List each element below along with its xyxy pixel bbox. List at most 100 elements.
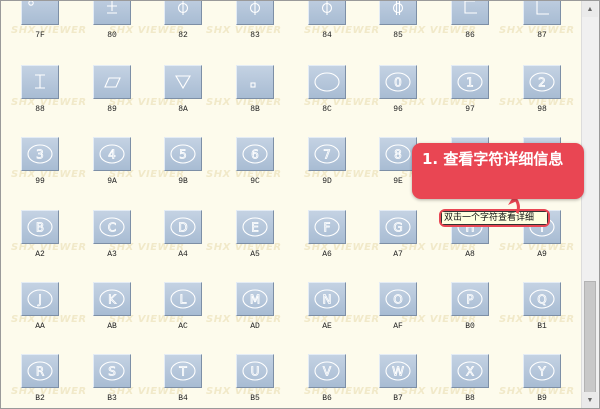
scroll-up-arrow-icon[interactable]: ▲: [582, 1, 598, 17]
character-tile[interactable]: [236, 1, 274, 25]
character-tile[interactable]: [308, 65, 346, 99]
scroll-down-arrow-icon[interactable]: ▼: [582, 392, 598, 408]
character-tile[interactable]: V: [308, 354, 346, 388]
character-cell[interactable]: X B8: [443, 354, 501, 408]
character-cell[interactable]: E A5: [228, 210, 286, 265]
character-tile[interactable]: J: [21, 282, 59, 316]
character-tile[interactable]: K: [93, 282, 131, 316]
character-cell[interactable]: L AC: [156, 282, 214, 337]
character-tile[interactable]: [164, 65, 202, 99]
character-cell[interactable]: P B0: [443, 282, 501, 337]
character-cell[interactable]: 5 9B: [156, 137, 214, 192]
character-code-label: B1: [537, 322, 547, 331]
character-cell[interactable]: F A6: [300, 210, 358, 265]
character-cell[interactable]: 0 96: [371, 65, 429, 120]
character-tile[interactable]: 1: [451, 65, 489, 99]
character-cell[interactable]: 82: [156, 1, 214, 46]
scrollbar-thumb[interactable]: [584, 281, 596, 393]
character-cell[interactable]: 8A: [156, 65, 214, 120]
character-code-label: B8: [465, 394, 475, 403]
character-cell[interactable]: Y B9: [515, 354, 573, 408]
svg-text:6: 6: [251, 148, 259, 162]
character-tile[interactable]: G: [379, 210, 417, 244]
character-cell[interactable]: 87: [515, 1, 573, 46]
character-tile[interactable]: [21, 65, 59, 99]
character-tile[interactable]: 6: [236, 137, 274, 171]
character-tile[interactable]: U: [236, 354, 274, 388]
vertical-scrollbar[interactable]: ▲ ▼: [581, 1, 599, 408]
character-cell[interactable]: 8B: [228, 65, 286, 120]
character-tile[interactable]: M: [236, 282, 274, 316]
character-cell[interactable]: 7F: [13, 1, 71, 46]
character-tile[interactable]: N: [308, 282, 346, 316]
character-tile[interactable]: T: [164, 354, 202, 388]
character-cell[interactable]: 6 9C: [228, 137, 286, 192]
character-cell[interactable]: J AA: [13, 282, 71, 337]
character-tile[interactable]: [379, 1, 417, 25]
character-tile[interactable]: [236, 65, 274, 99]
character-tile[interactable]: [164, 1, 202, 25]
character-cell[interactable]: 3 99: [13, 137, 71, 192]
character-tile[interactable]: [523, 1, 561, 25]
character-tile[interactable]: B: [21, 210, 59, 244]
character-tile[interactable]: F: [308, 210, 346, 244]
svg-text:4: 4: [108, 148, 116, 162]
character-cell[interactable]: 7 9D: [300, 137, 358, 192]
glyph-ellipse-icon: L: [170, 289, 196, 309]
character-cell[interactable]: B A2: [13, 210, 71, 265]
character-cell[interactable]: 1 97: [443, 65, 501, 120]
character-cell[interactable]: 84: [300, 1, 358, 46]
character-tile[interactable]: S: [93, 354, 131, 388]
character-cell[interactable]: D A4: [156, 210, 214, 265]
character-tile[interactable]: Y: [523, 354, 561, 388]
character-tile[interactable]: 7: [308, 137, 346, 171]
character-cell[interactable]: 80: [85, 1, 143, 46]
character-cell[interactable]: K AB: [85, 282, 143, 337]
character-tile[interactable]: D: [164, 210, 202, 244]
character-cell[interactable]: C A3: [85, 210, 143, 265]
character-cell[interactable]: 8C: [300, 65, 358, 120]
svg-text:J: J: [37, 293, 42, 307]
character-tile[interactable]: [451, 1, 489, 25]
glyph-degree-icon: [28, 1, 34, 6]
glyph-ellipse-icon: K: [99, 289, 125, 309]
character-tile[interactable]: X: [451, 354, 489, 388]
character-tile[interactable]: 3: [21, 137, 59, 171]
character-cell[interactable]: 88: [13, 65, 71, 120]
character-cell[interactable]: R B2: [13, 354, 71, 408]
character-tile[interactable]: [93, 65, 131, 99]
character-code-label: AB: [107, 322, 117, 331]
character-tile[interactable]: 4: [93, 137, 131, 171]
character-tile[interactable]: [93, 1, 131, 25]
character-tile[interactable]: L: [164, 282, 202, 316]
character-cell[interactable]: Q B1: [515, 282, 573, 337]
character-cell[interactable]: 86: [443, 1, 501, 46]
character-cell[interactable]: 2 98: [515, 65, 573, 120]
character-cell[interactable]: 85: [371, 1, 429, 46]
character-tile[interactable]: O: [379, 282, 417, 316]
character-tile[interactable]: [308, 1, 346, 25]
character-tile[interactable]: 5: [164, 137, 202, 171]
character-cell[interactable]: 89: [85, 65, 143, 120]
character-cell[interactable]: V B6: [300, 354, 358, 408]
character-tile[interactable]: 2: [523, 65, 561, 99]
character-tile[interactable]: Q: [523, 282, 561, 316]
character-tile[interactable]: C: [93, 210, 131, 244]
character-tile[interactable]: W: [379, 354, 417, 388]
character-cell[interactable]: M AD: [228, 282, 286, 337]
character-tile[interactable]: E: [236, 210, 274, 244]
character-tile[interactable]: R: [21, 354, 59, 388]
character-cell[interactable]: O AF: [371, 282, 429, 337]
character-cell[interactable]: 4 9A: [85, 137, 143, 192]
character-cell[interactable]: 83: [228, 1, 286, 46]
character-cell[interactable]: T B4: [156, 354, 214, 408]
glyph-ellipse-icon: 8: [385, 144, 411, 164]
character-tile[interactable]: [21, 1, 59, 25]
character-cell[interactable]: S B3: [85, 354, 143, 408]
character-cell[interactable]: W B7: [371, 354, 429, 408]
character-tile[interactable]: 0: [379, 65, 417, 99]
character-tile[interactable]: P: [451, 282, 489, 316]
character-cell[interactable]: G A7: [371, 210, 429, 265]
character-cell[interactable]: U B5: [228, 354, 286, 408]
character-cell[interactable]: N AE: [300, 282, 358, 337]
